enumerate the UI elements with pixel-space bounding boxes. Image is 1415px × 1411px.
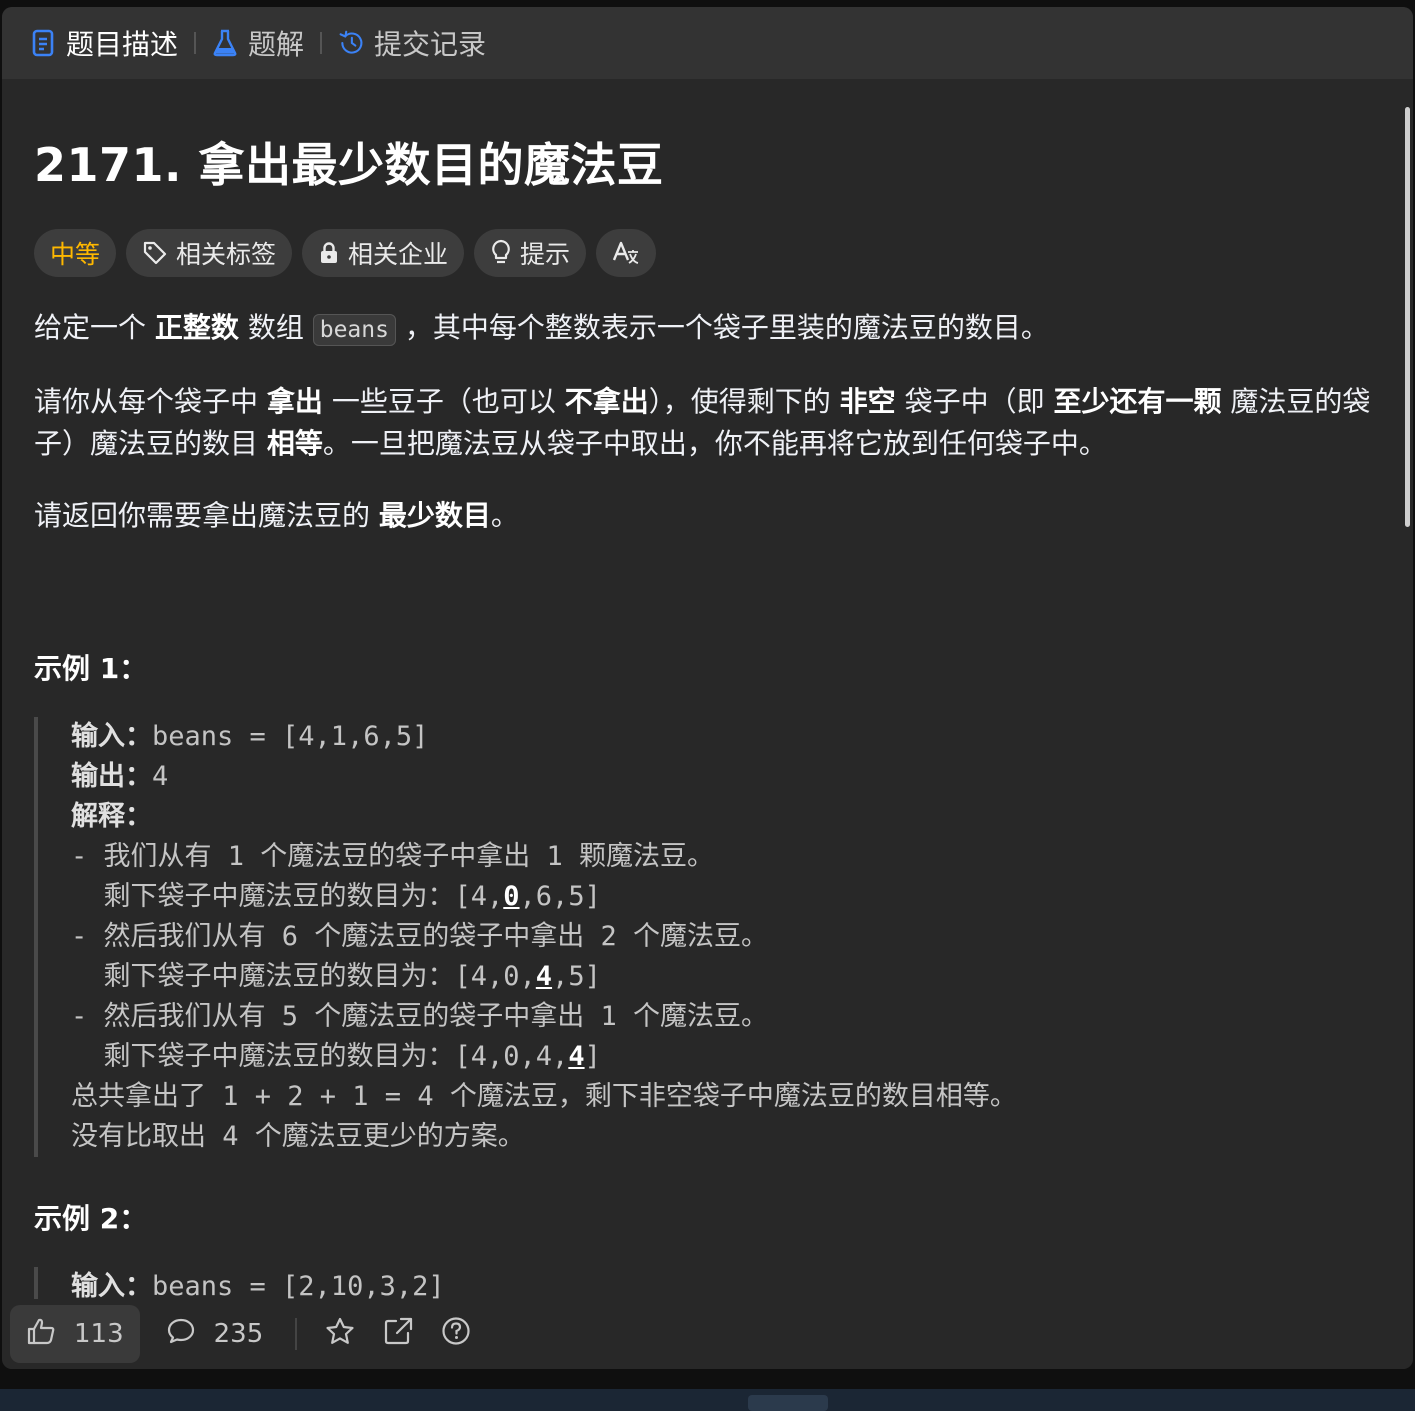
problem-title[interactable]: 2171. 拿出最少数目的魔法豆 (34, 129, 1381, 195)
action-bar: 113 235 (2, 1299, 1413, 1369)
like-count: 113 (74, 1319, 124, 1349)
description-paragraph: 给定一个 正整数 数组 beans ，其中每个整数表示一个袋子里装的魔法豆的数目… (34, 311, 1049, 346)
tab-submissions[interactable]: 提交记录 (338, 23, 486, 63)
lock-icon (318, 240, 340, 266)
tab-solutions[interactable]: 题解 (212, 23, 304, 63)
problem-panel: 题目描述 题解 提交记录 2171. 拿出最少数目的魔法豆 中等 相关标签 相关… (2, 7, 1413, 1369)
tab-divider (194, 32, 197, 54)
badge-label: 相关企业 (348, 240, 449, 269)
inline-code: beans (312, 314, 396, 346)
description-paragraph: 请返回你需要拿出魔法豆的 最少数目。 (34, 499, 519, 532)
star-icon (325, 1317, 355, 1352)
translate-button[interactable] (596, 229, 657, 277)
help-button[interactable] (441, 1316, 471, 1353)
thumbs-up-icon (26, 1317, 56, 1352)
scrollbar[interactable] (1405, 107, 1410, 527)
flask-icon (212, 28, 238, 58)
tag-icon (142, 240, 168, 266)
related-companies-button[interactable]: 相关企业 (302, 229, 465, 277)
badge-label: 提示 (520, 240, 571, 269)
taskbar (0, 1389, 1415, 1411)
description-paragraph: 请你从每个袋子中 拿出 一些豆子（也可以 不拿出），使得剩下的 非空 袋子中（即… (34, 385, 1371, 460)
tab-label: 题解 (248, 28, 305, 61)
comments-button[interactable]: 235 (166, 1317, 264, 1352)
like-button[interactable]: 113 (10, 1305, 140, 1363)
example-block: 输入：beans = [2,10,3,2] (34, 1267, 1381, 1299)
related-tags-button[interactable]: 相关标签 (126, 229, 293, 277)
tab-description[interactable]: 题目描述 (30, 23, 178, 63)
comment-count: 235 (213, 1319, 264, 1349)
description-icon (30, 28, 56, 58)
difficulty-badge: 中等 (34, 229, 117, 277)
history-icon (338, 28, 364, 58)
share-button[interactable] (383, 1317, 413, 1352)
divider (295, 1318, 298, 1350)
example-title: 示例 1： (34, 652, 148, 685)
tab-bar: 题目描述 题解 提交记录 (2, 7, 1413, 79)
problem-content: 2171. 拿出最少数目的魔法豆 中等 相关标签 相关企业 提示 给定一个 正整… (2, 79, 1413, 1299)
badge-row: 中等 相关标签 相关企业 提示 (34, 229, 1381, 277)
example-title: 示例 2： (34, 1202, 148, 1235)
favorite-button[interactable] (325, 1317, 355, 1352)
tab-divider (320, 32, 323, 54)
example-block: 输入：beans = [4,1,6,5] 输出：4 解释： - 我们从有 1 个… (34, 717, 1381, 1157)
comment-icon (166, 1317, 196, 1352)
lightbulb-icon (490, 239, 512, 267)
tab-label: 题目描述 (66, 28, 179, 61)
share-icon (383, 1317, 413, 1352)
question-icon (441, 1316, 471, 1353)
hint-button[interactable]: 提示 (474, 229, 587, 277)
tab-label: 提交记录 (374, 28, 487, 61)
taskbar-app[interactable] (748, 1395, 828, 1411)
badge-label: 相关标签 (176, 240, 277, 269)
translate-icon (612, 240, 640, 266)
